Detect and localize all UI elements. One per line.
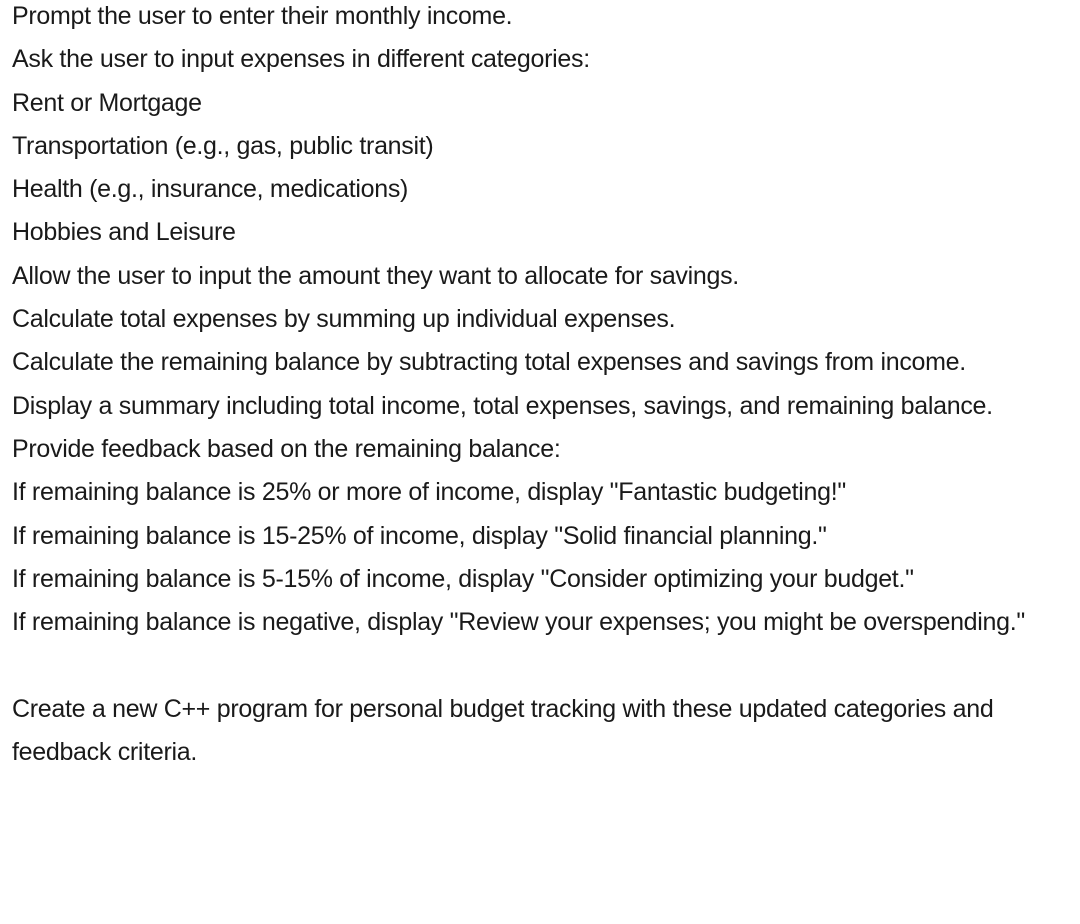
category-line: Rent or Mortgage	[12, 88, 202, 117]
category-line: Health (e.g., insurance, medications)	[12, 175, 409, 204]
feedback-rule-line: If remaining balance is 5-15% of income,…	[12, 564, 914, 593]
instruction-line: Prompt the user to enter their monthly i…	[12, 2, 513, 30]
feedback-rule-line: If remaining balance is negative, displa…	[12, 608, 1025, 637]
instruction-line: Ask the user to input expenses in differ…	[12, 45, 590, 74]
feedback-rule-line: If remaining balance is 25% or more of i…	[12, 478, 846, 507]
instruction-line: Calculate the remaining balance by subtr…	[12, 348, 966, 377]
closing-request: Create a new C++ program for personal bu…	[12, 694, 1001, 767]
instruction-line: Display a summary including total income…	[12, 391, 993, 420]
category-line: Hobbies and Leisure	[12, 218, 236, 247]
document-body: Prompt the user to enter their monthly i…	[0, 0, 1080, 774]
instruction-line: Provide feedback based on the remaining …	[12, 434, 561, 463]
category-line: Transportation (e.g., gas, public transi…	[12, 131, 434, 160]
instruction-line: Calculate total expenses by summing up i…	[12, 305, 676, 334]
feedback-rule-line: If remaining balance is 15-25% of income…	[12, 521, 827, 550]
instruction-line: Allow the user to input the amount they …	[12, 261, 739, 290]
